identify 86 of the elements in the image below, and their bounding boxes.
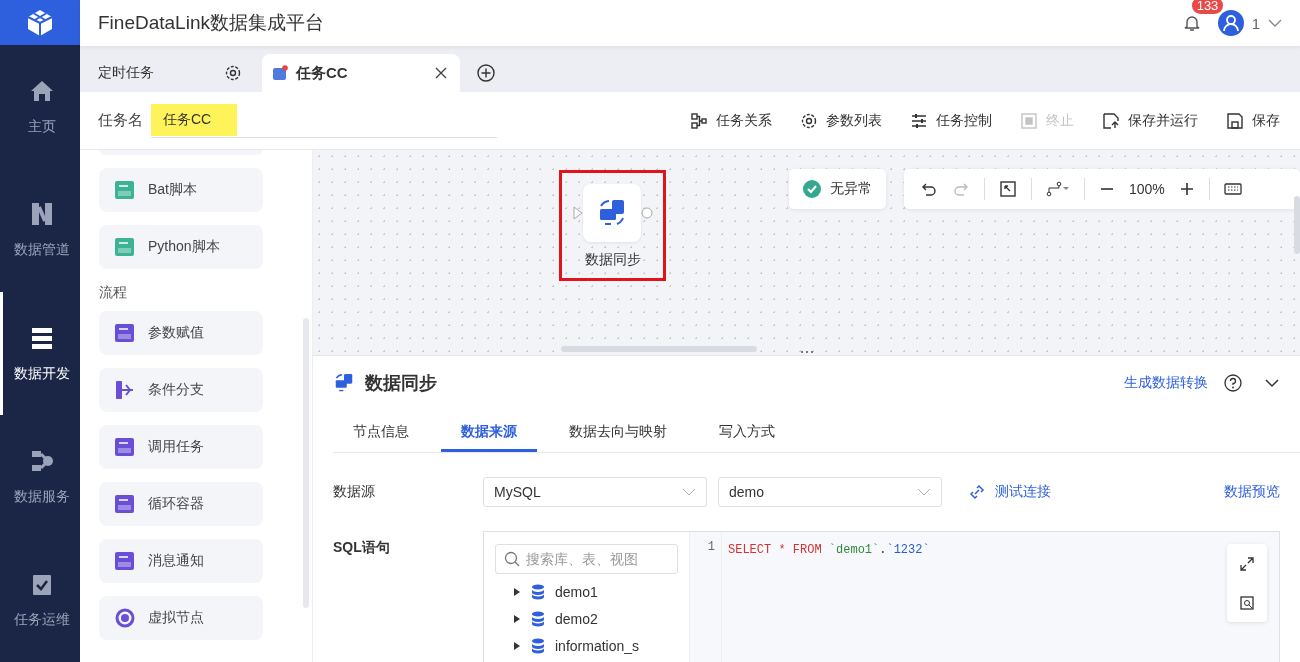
node-type-icon <box>114 322 136 344</box>
close-icon[interactable] <box>434 66 448 80</box>
panel-tab[interactable]: 数据去向与映射 <box>549 410 687 452</box>
drag-handle-icon[interactable] <box>799 350 814 354</box>
tree-item[interactable]: demo1 <box>495 578 678 605</box>
save-run-icon <box>1102 111 1120 130</box>
chevron-down-icon <box>917 488 931 496</box>
palette-item[interactable]: Python脚本 <box>99 225 263 269</box>
chevron-down-icon <box>682 488 696 496</box>
database-icon <box>531 637 545 654</box>
field-label: SQL语句 <box>333 538 391 557</box>
node-type-icon <box>114 607 136 629</box>
toolbar-button[interactable]: 参数列表 <box>800 111 882 130</box>
search-field[interactable]: 搜索库、表、视图 <box>495 544 678 574</box>
field-label: 数据源 <box>333 483 376 501</box>
status-chip: 无异常 <box>789 169 886 209</box>
cube-logo-icon <box>25 7 55 38</box>
palette-item[interactable]: 参数赋值 <box>99 311 263 355</box>
sql-code-line: SELECT * FROM `demo1`.`1232` <box>728 543 930 557</box>
settings-icon[interactable] <box>224 64 242 82</box>
tree-item[interactable]: demo2 <box>495 605 678 632</box>
node-type-icon <box>114 493 136 515</box>
format-icon[interactable] <box>1239 594 1255 611</box>
node-label: 数据同步 <box>584 251 641 269</box>
notification-badge: 133 <box>1191 0 1224 14</box>
toolbar-button[interactable]: 保存并运行 <box>1102 111 1198 130</box>
palette-item[interactable]: 循环容器 <box>99 482 263 526</box>
sync-node[interactable] <box>582 184 641 242</box>
fit-view-icon[interactable] <box>999 180 1017 198</box>
connector-style-icon[interactable] <box>1046 181 1070 197</box>
panel-tab[interactable]: 节点信息 <box>333 410 429 452</box>
database-icon <box>531 583 545 600</box>
save-icon <box>1226 111 1244 130</box>
source-type-select[interactable]: MySQL <box>483 477 707 507</box>
script-file-icon <box>114 236 136 258</box>
keyboard-icon[interactable] <box>1223 182 1242 196</box>
link-icon <box>969 484 985 500</box>
sliders-icon <box>910 111 928 130</box>
check-circle-icon <box>803 180 821 198</box>
line-number: 1 <box>707 540 715 554</box>
avatar-icon[interactable] <box>1217 10 1244 36</box>
data-preview-link[interactable]: 数据预览 <box>1224 483 1280 501</box>
nav-item[interactable]: 数据管道 <box>0 168 80 293</box>
toolbar-button[interactable]: 任务关系 <box>690 111 772 130</box>
section-heading: 流程 <box>99 284 128 302</box>
node-type-icon <box>114 379 136 401</box>
script-file-icon <box>114 179 136 201</box>
palette-item[interactable]: 消息通知 <box>99 539 263 583</box>
zoom-in-icon[interactable] <box>1178 181 1195 197</box>
generate-link[interactable]: 生成数据转换 <box>1124 374 1208 392</box>
zoom-level: 100% <box>1129 181 1165 197</box>
task-icon <box>272 65 288 81</box>
task-name-label: 任务名 <box>98 111 143 130</box>
gear-icon <box>800 111 818 130</box>
toolbar-button[interactable]: 任务控制 <box>910 111 992 130</box>
database-select[interactable]: demo <box>718 477 942 507</box>
node-type-icon <box>114 550 136 572</box>
tab[interactable]: 定时任务 <box>80 54 254 92</box>
data-sync-icon <box>333 372 355 394</box>
flow-icon <box>690 111 708 130</box>
help-icon[interactable] <box>1224 374 1242 392</box>
task-name-field[interactable]: 任务CC <box>151 103 497 138</box>
palette-item[interactable]: 调用任务 <box>99 425 263 469</box>
logo-block[interactable] <box>0 0 80 46</box>
app-title: FineDataLink数据集成平台 <box>98 11 324 35</box>
test-connection-link[interactable]: 测试连接 <box>969 483 1051 501</box>
tree-item[interactable]: information_s <box>495 632 678 659</box>
palette-item[interactable]: Bat脚本 <box>99 168 263 212</box>
search-icon <box>504 551 520 567</box>
panel-tab[interactable]: 写入方式 <box>699 410 795 452</box>
user-name[interactable]: 1 <box>1251 14 1260 32</box>
node-type-icon <box>114 436 136 458</box>
palette-item[interactable]: 条件分支 <box>99 368 263 412</box>
database-icon <box>531 610 545 627</box>
nav-item[interactable]: 任务运维 <box>0 538 80 662</box>
add-tab-icon[interactable] <box>476 63 496 83</box>
nav-item[interactable]: 主页 <box>0 45 80 169</box>
panel-title: 数据同步 <box>365 372 437 395</box>
panel-tab[interactable]: 数据来源 <box>441 410 537 452</box>
stop-icon <box>1020 111 1038 130</box>
expand-icon[interactable] <box>1239 555 1255 572</box>
palette-item[interactable]: 虚拟节点 <box>99 596 263 640</box>
chevron-down-icon[interactable] <box>1264 378 1280 388</box>
nav-item[interactable]: 数据服务 <box>0 415 80 539</box>
toolbar-button[interactable]: 保存 <box>1226 111 1280 130</box>
tab[interactable]: 任务CC <box>262 54 460 92</box>
